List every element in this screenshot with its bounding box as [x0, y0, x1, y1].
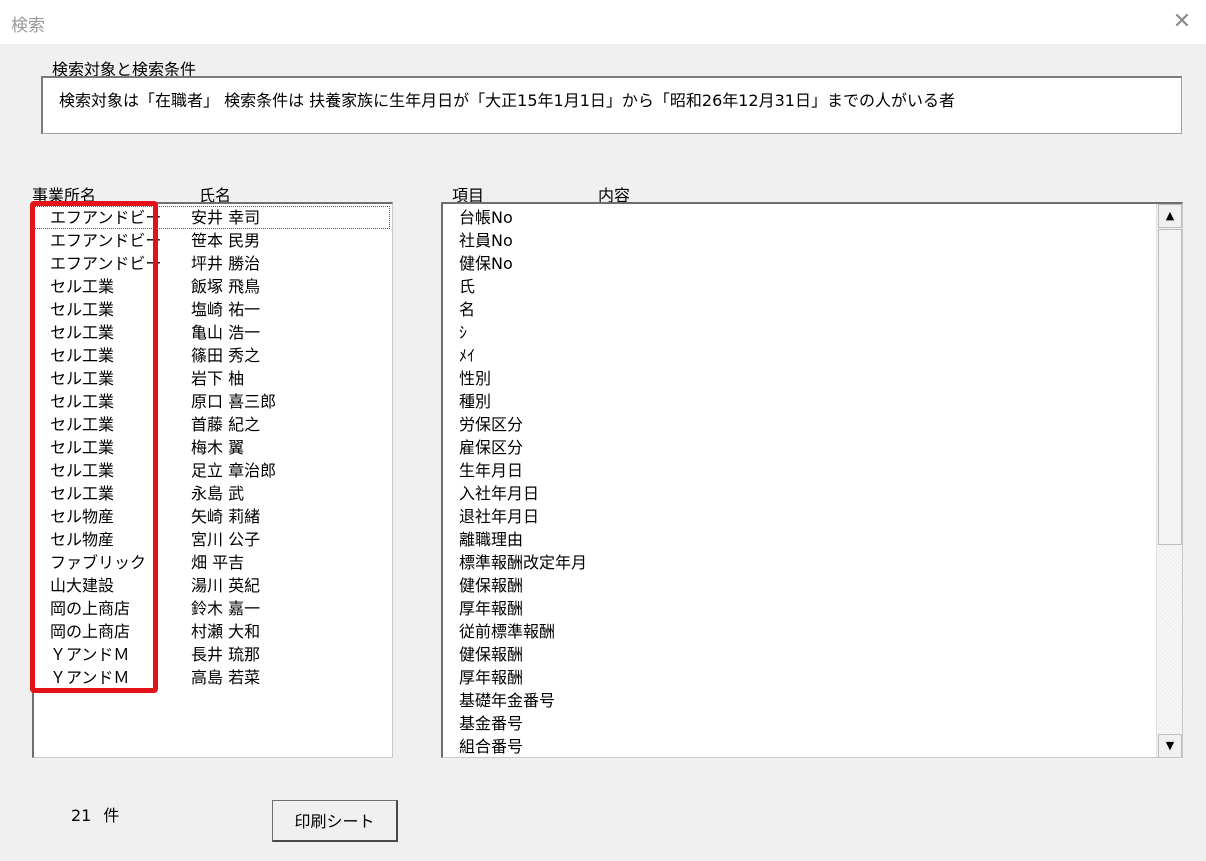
- person-name: 高島 若菜: [191, 668, 261, 687]
- list-item[interactable]: 労保区分: [459, 413, 523, 436]
- list-item[interactable]: 雇保区分: [459, 436, 523, 459]
- person-name: 湯川 英紀: [191, 576, 261, 595]
- list-item[interactable]: 健保No: [459, 252, 513, 275]
- office-name: セル物産: [50, 507, 115, 526]
- list-item[interactable]: 性別: [459, 367, 491, 390]
- list-item[interactable]: 健保報酬: [459, 643, 523, 666]
- list-item[interactable]: 氏: [459, 275, 475, 298]
- person-name: 安井 幸司: [191, 208, 261, 227]
- list-item[interactable]: 健保報酬: [459, 574, 523, 597]
- office-name: 岡の上商店: [50, 622, 131, 641]
- close-icon[interactable]: ✕: [1168, 8, 1196, 36]
- office-name: セル工業: [50, 461, 115, 480]
- office-name: エフアンドビー: [50, 254, 162, 273]
- person-name: 畑 平吉: [191, 553, 245, 572]
- person-name: 岩下 柚: [191, 369, 245, 388]
- office-name: エフアンドビー: [50, 231, 162, 250]
- list-item[interactable]: 従前標準報酬: [459, 620, 555, 643]
- person-name: 原口 喜三郎: [191, 392, 277, 411]
- condition-textbox[interactable]: 検索対象は「在職者」 検索条件は 扶養家族に生年月日が「大正15年1月1日」から…: [41, 76, 1182, 134]
- person-name: 足立 章治郎: [191, 461, 277, 480]
- list-item[interactable]: 基金番号: [459, 712, 523, 735]
- person-name: 塩崎 祐一: [191, 300, 261, 319]
- person-name: 村瀬 大和: [191, 622, 261, 641]
- office-name: セル工業: [50, 300, 115, 319]
- result-count-value: 21: [71, 806, 92, 825]
- list-item[interactable]: 種別: [459, 390, 491, 413]
- person-name: 首藤 紀之: [191, 415, 261, 434]
- person-name: 坪井 勝治: [191, 254, 261, 273]
- office-name: セル工業: [50, 438, 115, 457]
- scroll-thumb[interactable]: [1158, 229, 1182, 545]
- vertical-scrollbar[interactable]: ▲ ▼: [1156, 204, 1182, 757]
- person-name: 矢崎 莉緒: [191, 507, 261, 526]
- office-name: エフアンドビー: [50, 208, 162, 227]
- list-item[interactable]: 入社年月日: [459, 482, 539, 505]
- list-item[interactable]: 生年月日: [459, 459, 523, 482]
- office-name: 山大建設: [50, 576, 115, 595]
- person-name: 笹本 民男: [191, 231, 261, 250]
- employee-listbox[interactable]: エフアンドビー 安井 幸司 エフアンドビー 笹本 民男 エフアンドビー 坪井 勝治 セル工業…: [32, 202, 393, 758]
- title-bar: 検索 ✕: [0, 0, 1206, 44]
- office-name: セル工業: [50, 323, 115, 342]
- office-name: ファブリック: [50, 553, 147, 572]
- office-name: セル工業: [50, 369, 115, 388]
- scroll-down-icon[interactable]: ▼: [1158, 734, 1182, 757]
- person-name: 梅木 翼: [191, 438, 245, 457]
- office-name: セル工業: [50, 346, 115, 365]
- office-name: ＹアンドＭ: [50, 645, 130, 664]
- list-item[interactable]: 基礎年金番号: [459, 689, 555, 712]
- list-item[interactable]: ｼ: [459, 321, 467, 344]
- office-name: セル工業: [50, 415, 115, 434]
- item-listbox[interactable]: 組合番号 基金番号 基礎年金番号 厚年報酬 健保報酬 従前標準報酬 厚年報酬 健保報酬 標準報酬…: [441, 202, 1183, 758]
- list-item[interactable]: 社員No: [459, 229, 513, 252]
- list-item[interactable]: エフアンドビー 安井 幸司: [34, 206, 390, 229]
- list-item[interactable]: 台帳No: [459, 206, 513, 229]
- window-title: 検索: [11, 16, 45, 36]
- list-item[interactable]: ﾒｲ: [459, 344, 475, 367]
- office-name: セル工業: [50, 484, 115, 503]
- person-name: 長井 琉那: [191, 645, 261, 664]
- list-item[interactable]: 離職理由: [459, 528, 523, 551]
- result-count-unit: 件: [103, 806, 120, 825]
- condition-text: 検索対象は「在職者」 検索条件は 扶養家族に生年月日が「大正15年1月1日」から…: [59, 91, 955, 110]
- list-item[interactable]: 標準報酬改定年月: [459, 551, 587, 574]
- office-name: セル物産: [50, 530, 115, 549]
- list-item[interactable]: 厚年報酬: [459, 666, 523, 689]
- list-item[interactable]: 退社年月日: [459, 505, 539, 528]
- print-sheet-button[interactable]: 印刷シート: [272, 800, 398, 842]
- person-name: 篠田 秀之: [191, 346, 261, 365]
- person-name: 飯塚 飛鳥: [191, 277, 261, 296]
- office-name: セル工業: [50, 277, 115, 296]
- office-name: 岡の上商店: [50, 599, 131, 618]
- person-name: 亀山 浩一: [191, 323, 261, 342]
- result-count: 21 件: [71, 802, 119, 826]
- office-name: セル工業: [50, 392, 115, 411]
- scroll-up-icon[interactable]: ▲: [1158, 204, 1182, 228]
- person-name: 宮川 公子: [191, 530, 261, 549]
- list-item[interactable]: 厚年報酬: [459, 597, 523, 620]
- person-name: 永島 武: [191, 484, 245, 503]
- list-item[interactable]: 組合番号: [459, 735, 523, 757]
- office-name: ＹアンドＭ: [50, 668, 130, 687]
- person-name: 鈴木 嘉一: [191, 599, 261, 618]
- list-item[interactable]: 名: [459, 298, 475, 321]
